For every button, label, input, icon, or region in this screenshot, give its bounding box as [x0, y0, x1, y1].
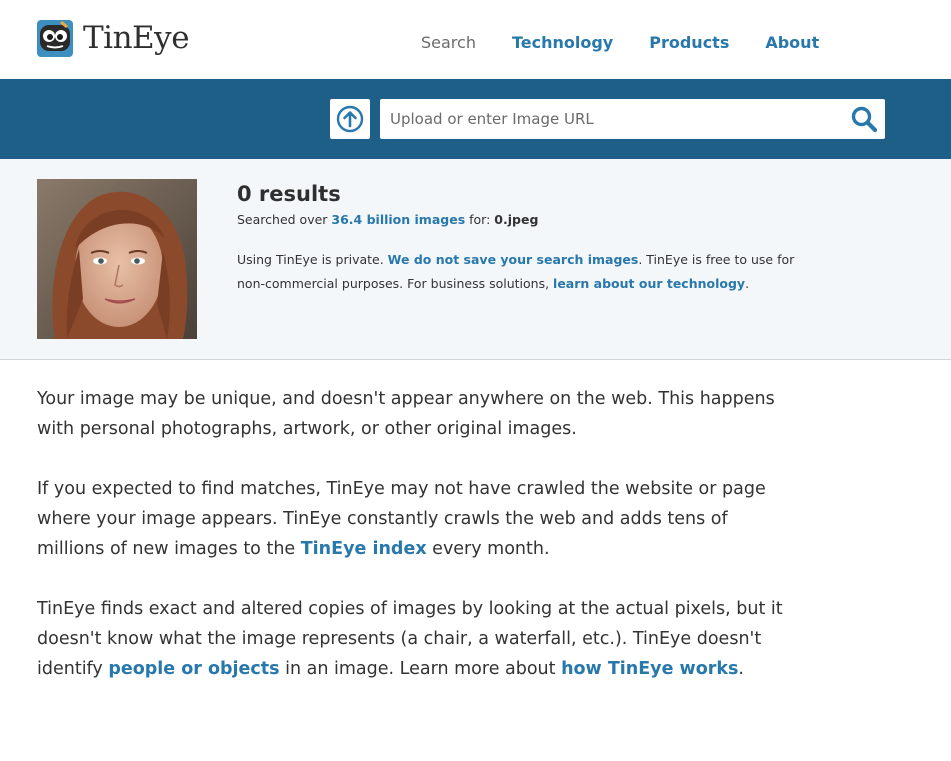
paragraph-crawl-text-2: every month. [426, 539, 550, 559]
technology-link[interactable]: learn about our technology [553, 276, 745, 291]
paragraph-crawl: If you expected to find matches, TinEye … [37, 474, 797, 564]
query-image-thumbnail [37, 179, 197, 339]
query-filename: 0.jpeg [494, 212, 539, 227]
people-objects-link[interactable]: people or objects [108, 659, 279, 679]
search-box [380, 99, 885, 139]
paragraph-pixels: TinEye finds exact and altered copies of… [37, 594, 797, 684]
searched-prefix: Searched over [237, 212, 332, 227]
privacy-text-3: . [745, 276, 750, 291]
nav-products-link[interactable]: Products [649, 33, 729, 53]
logo-text: TinEye [83, 20, 190, 56]
image-url-input[interactable] [380, 99, 840, 139]
nav-about-link[interactable]: About [765, 33, 819, 53]
nav-technology-link[interactable]: Technology [512, 33, 613, 53]
face-photo-image [37, 179, 197, 339]
main-nav: Search Technology Products About [421, 33, 855, 53]
how-tineye-works-link[interactable]: how TinEye works [561, 659, 738, 679]
searched-mid: for: [465, 212, 495, 227]
privacy-link[interactable]: We do not save your search images [388, 252, 639, 267]
paragraph-pixels-text-2: in an image. Learn more about [279, 659, 562, 679]
searched-line: Searched over 36.4 billion images for: 0… [237, 212, 797, 228]
tineye-logo[interactable]: TinEye [37, 20, 190, 57]
upload-button[interactable] [330, 99, 370, 139]
paragraph-pixels-text-3: . [738, 659, 744, 679]
upload-arrow-icon [336, 105, 364, 133]
result-panel: 0 results Searched over 36.4 billion ima… [0, 159, 951, 360]
search-button[interactable] [849, 105, 879, 133]
paragraph-unique: Your image may be unique, and doesn't ap… [37, 389, 775, 439]
privacy-note: Using TinEye is private. We do not save … [237, 248, 797, 296]
nav-search-link[interactable]: Search [421, 33, 476, 53]
index-size-link[interactable]: 36.4 billion images [331, 212, 465, 227]
privacy-text-1: Using TinEye is private. [237, 252, 388, 267]
result-count: 0 results [237, 182, 341, 206]
tineye-robot-logo-icon [37, 20, 73, 57]
no-results-explanation: Your image may be unique, and doesn't ap… [37, 384, 797, 714]
site-header: TinEye Search Technology Products About [0, 0, 951, 79]
search-bar-band [0, 79, 951, 159]
result-summary: 0 results Searched over 36.4 billion ima… [237, 181, 797, 296]
magnifier-icon [851, 106, 878, 133]
tineye-index-link[interactable]: TinEye index [301, 539, 427, 559]
